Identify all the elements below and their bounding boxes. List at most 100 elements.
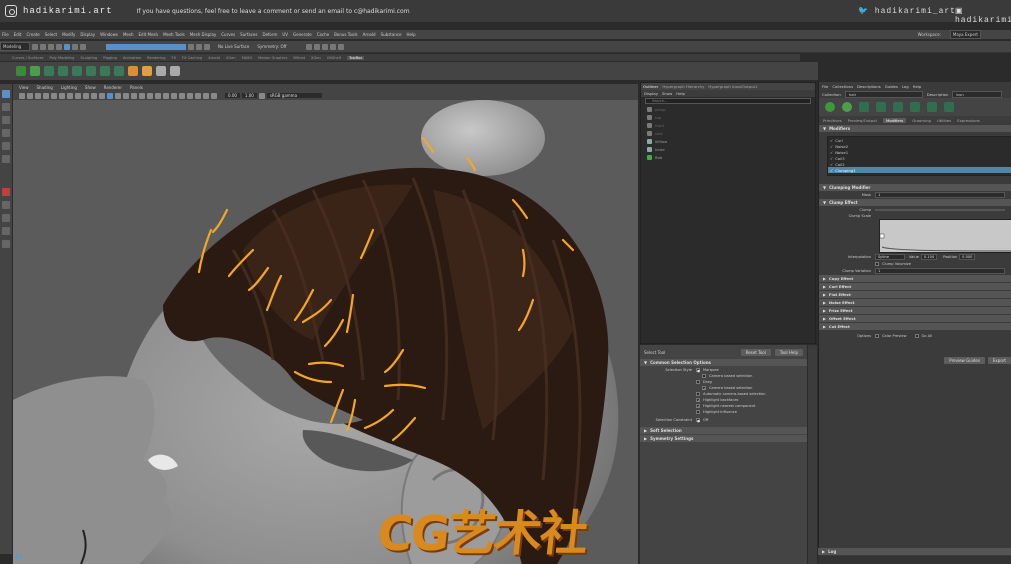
select-by-component-icon[interactable] [80, 43, 86, 50]
hypershade-icon[interactable] [330, 43, 337, 50]
safe-title-icon[interactable] [99, 92, 105, 99]
xray-components-icon[interactable] [211, 92, 217, 99]
color-preview-checkbox[interactable] [875, 333, 879, 338]
outliner-menu-display[interactable]: Display [644, 91, 658, 96]
shelf-tab-towbox[interactable]: TowBox [346, 55, 365, 60]
outliner-search-input[interactable]: Search... [645, 98, 811, 104]
safe-action-icon[interactable] [91, 92, 97, 99]
sculpt-guide-icon[interactable] [58, 66, 68, 76]
menu-edit[interactable]: Edit [14, 32, 22, 37]
grid-icon[interactable] [51, 92, 57, 99]
shelf-tab[interactable]: Sculpting [80, 56, 97, 60]
tab-grooming[interactable]: Grooming [912, 118, 931, 123]
normalize-icon[interactable] [944, 102, 954, 112]
description-dropdown[interactable]: bun [952, 90, 1003, 98]
textured-icon[interactable] [131, 92, 137, 99]
tab-modifiers[interactable]: Modifiers [882, 117, 907, 123]
paint-select-icon[interactable] [2, 116, 10, 124]
section-symmetry[interactable]: ▶ Symmetry Settings [640, 435, 807, 442]
vp-menu-show[interactable]: Show [85, 85, 96, 90]
section-log[interactable]: ▶ Log [818, 548, 1011, 555]
section-modifiers[interactable]: ▼ Modifiers [819, 125, 1011, 132]
rebuild-guide-icon[interactable] [100, 66, 110, 76]
guide-to-curve-icon[interactable] [893, 102, 903, 112]
guide-tool-icon[interactable] [156, 66, 166, 76]
add-guide-icon[interactable] [859, 102, 869, 112]
snap-curve-icon[interactable] [196, 43, 202, 50]
xray-joints-icon[interactable] [203, 92, 209, 99]
clump-scale-ramp[interactable] [879, 219, 1011, 253]
ambient-occlusion-icon[interactable] [155, 92, 161, 99]
shelf-tab[interactable]: Motion Graphics [258, 56, 287, 60]
outliner-item[interactable]: head [641, 145, 815, 153]
shelf-tab[interactable]: Arnold [208, 56, 220, 60]
clear-preview-icon[interactable] [142, 66, 152, 76]
shelf-tab[interactable]: GitShelf [327, 56, 341, 60]
menu-select[interactable]: Select [45, 32, 57, 37]
rebuild-icon[interactable] [927, 102, 937, 112]
menu-deform[interactable]: Deform [262, 32, 277, 37]
scale-tool-icon[interactable] [2, 155, 10, 163]
select-tool-icon[interactable] [2, 90, 10, 98]
exposure-field[interactable]: 0.00 [225, 93, 240, 98]
sculpt-guide-icon[interactable] [876, 102, 886, 112]
shelf-tab[interactable]: Curves / Surfaces [12, 56, 44, 60]
place-guide-icon[interactable] [44, 66, 54, 76]
shelf-tab[interactable]: Poly Modeling [50, 56, 75, 60]
menu-arnold[interactable]: Arnold [363, 32, 376, 37]
menu-mesh-display[interactable]: Mesh Display [190, 32, 217, 37]
export-button[interactable]: Export [987, 357, 1011, 364]
tab-hypergraph-io[interactable]: Hypergraph InputOutput1 [708, 84, 757, 89]
outliner-item[interactable]: side [641, 129, 815, 137]
save-icon[interactable] [40, 43, 46, 50]
snap-point-icon[interactable] [204, 43, 210, 50]
render-settings-icon[interactable] [322, 43, 329, 50]
last-tool-icon[interactable] [2, 188, 10, 196]
add-guide-icon[interactable] [72, 66, 82, 76]
wireframe-icon[interactable] [107, 92, 113, 99]
xgen-menu-help[interactable]: Help [913, 84, 922, 89]
xgen-menu-collections[interactable]: Collections [832, 84, 853, 89]
bend-guide-icon[interactable] [114, 66, 124, 76]
menu-display[interactable]: Display [80, 32, 95, 37]
collection-dropdown[interactable]: hair [844, 90, 923, 98]
ipr-render-icon[interactable] [314, 43, 321, 50]
vp-menu-view[interactable]: View [19, 85, 29, 90]
render-icon[interactable] [306, 43, 313, 50]
drag-radio[interactable] [696, 380, 700, 384]
vp-menu-panels[interactable]: Panels [130, 85, 143, 90]
move-tool-icon[interactable] [2, 129, 10, 137]
menu-modify[interactable]: Modify [62, 32, 75, 37]
marquee-radio[interactable]: ● [696, 368, 700, 373]
mode-dropdown[interactable]: Modeling [0, 42, 30, 51]
side-tabs[interactable] [808, 345, 817, 564]
section-common-selection[interactable]: ▼ Common Selection Options [640, 359, 807, 366]
interpolation-dropdown[interactable]: Spline [875, 253, 905, 260]
auto-camera-checkbox[interactable] [696, 392, 700, 396]
add-collection-icon[interactable] [842, 102, 852, 112]
camera-based2-checkbox[interactable]: ✓ [702, 386, 706, 391]
isolate-icon[interactable] [187, 92, 193, 99]
shelf-tab[interactable]: Animation [123, 56, 141, 60]
lights-icon[interactable] [139, 92, 145, 99]
section-effect[interactable]: ▶ Copy Effect [819, 275, 1011, 282]
menu-substance[interactable]: Substance [381, 32, 402, 37]
section-soft-selection[interactable]: ▶ Soft Selection [640, 427, 807, 434]
shelf-tab[interactable]: Bifrost [293, 56, 305, 60]
antialias-icon[interactable] [171, 92, 177, 99]
select-by-hierarchy-icon[interactable] [64, 43, 70, 50]
menu-file[interactable]: File [2, 32, 9, 37]
menu-uv[interactable]: UV [282, 32, 288, 37]
menu-bonus-tools[interactable]: Bonus Tools [334, 32, 357, 37]
mask-field[interactable]: 1 [875, 191, 1005, 198]
image-plane-icon[interactable] [43, 92, 49, 99]
film-gate-icon[interactable] [59, 92, 65, 99]
scale-guide-icon[interactable] [86, 66, 96, 76]
tab-hypergraph-hierarchy[interactable]: Hypergraph Hierarchy [662, 84, 704, 89]
tab-utilities[interactable]: Utilities [937, 118, 951, 123]
menu-generate[interactable]: Generate [293, 32, 312, 37]
outliner-item[interactable]: persp [641, 105, 815, 113]
tool-help-button[interactable]: Tool Help [774, 348, 803, 356]
clump-volumize-checkbox[interactable] [875, 261, 879, 266]
highlight-influence-checkbox[interactable] [696, 410, 700, 414]
